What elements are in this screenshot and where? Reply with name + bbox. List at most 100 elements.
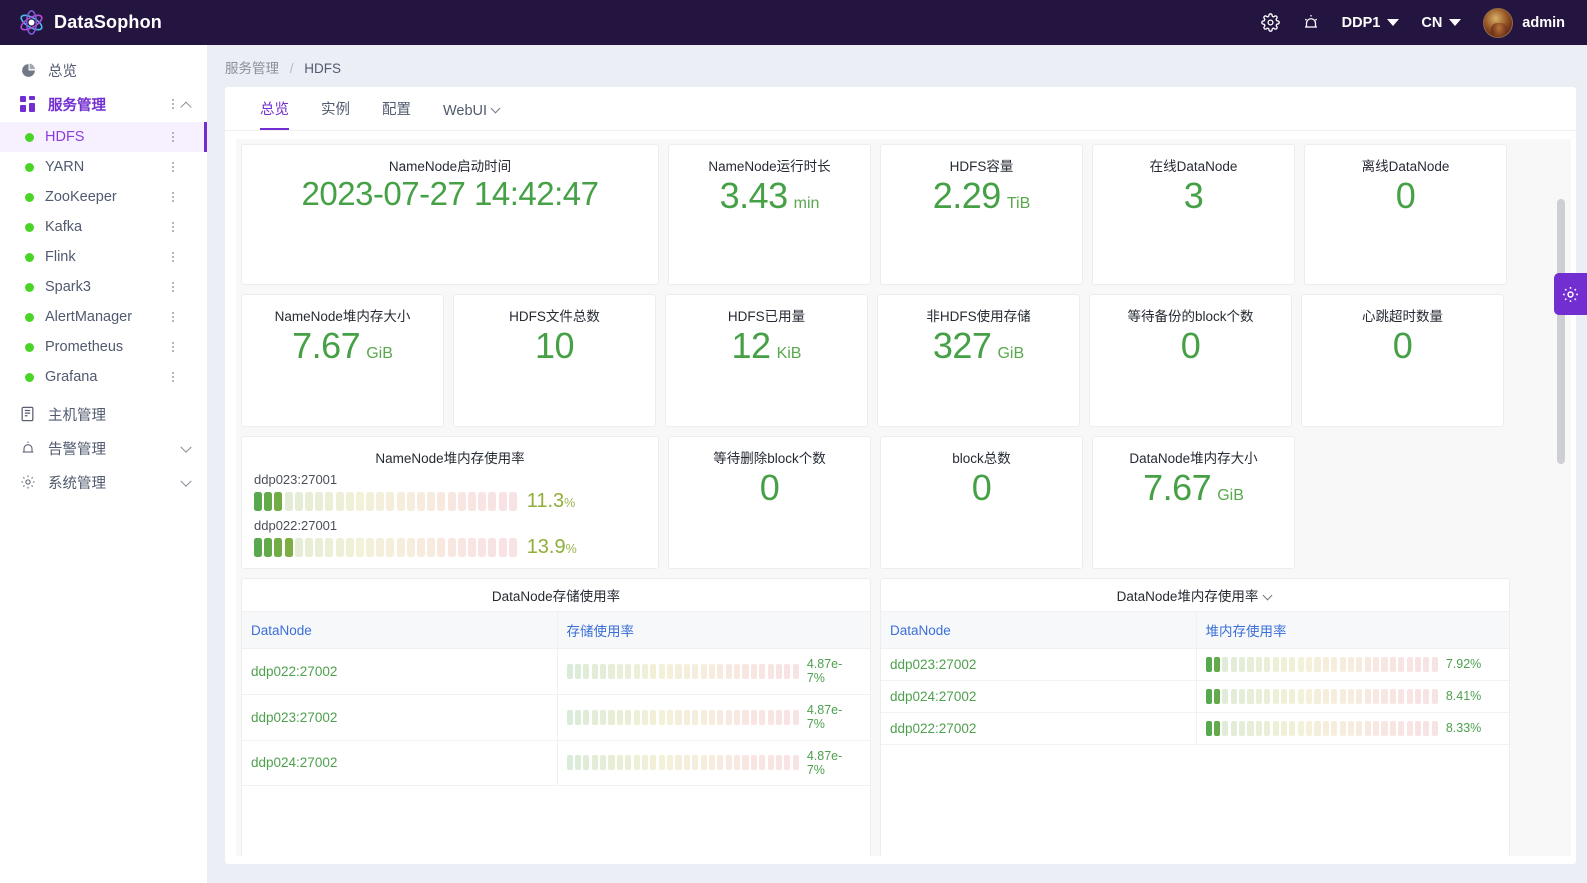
chevron-up-icon[interactable] [182,104,191,113]
more-options-icon[interactable] [172,252,174,262]
column-header-datanode[interactable]: DataNode [242,612,557,649]
alarm-bell-icon [20,440,40,456]
sidebar-item-hdfs[interactable]: HDFS [0,122,207,152]
metric-value: 0 [759,467,780,509]
tab-instances[interactable]: 实例 [305,98,366,130]
tab-config[interactable]: 配置 [366,98,427,130]
breadcrumb-parent[interactable]: 服务管理 [225,61,279,76]
tab-bar: 总览 实例 配置 WebUI [225,87,1576,131]
language-selector[interactable]: CN [1421,14,1462,31]
metric-value: 7.67 [1143,467,1212,509]
more-options-icon[interactable] [172,312,174,322]
table-row[interactable]: ddp024:27002 8.41% [881,680,1509,713]
grid-apps-icon [20,96,40,112]
avatar [1483,7,1514,38]
sidebar-item-prometheus[interactable]: Prometheus [0,332,207,362]
tab-webui[interactable]: WebUI [427,103,516,130]
gauge-list: ddp023:27001 11.3% ddp022:27001 13.9% [242,467,658,559]
metric-unit: GiB [1217,487,1244,505]
metric-card-pending-deletion-blocks: 等待删除block个数 0 [668,436,871,569]
column-header-storage-usage[interactable]: 存储使用率 [556,612,870,649]
gauge-percent: 13.9% [526,536,577,559]
service-label: YARN [45,159,85,175]
usage-gauge [254,492,517,512]
sidebar-item-host-management[interactable]: 主机管理 [0,398,207,430]
cell-heap-usage: 8.33% [1195,712,1509,745]
metric-unit: GiB [366,345,393,363]
metric-value: 0 [1395,175,1416,217]
sidebar-item-yarn[interactable]: YARN [0,152,207,182]
sidebar-item-alertmanager[interactable]: AlertManager [0,302,207,332]
sidebar-item-label: 服务管理 [48,97,106,114]
gauge-label: ddp022:27001 [254,518,338,534]
chevron-down-icon[interactable] [1264,591,1273,600]
sidebar-item-label: 总览 [48,63,77,80]
metric-unit: GiB [997,345,1025,363]
sidebar-item-grafana[interactable]: Grafana [0,362,207,392]
column-header-heap-usage[interactable]: 堆内存使用率 [1195,612,1509,649]
metric-unit: KiB [776,345,802,363]
more-options-icon[interactable] [172,222,174,232]
metric-value: 0 [1180,325,1201,367]
more-options-icon[interactable] [172,192,174,202]
column-header-datanode[interactable]: DataNode [881,612,1196,649]
sidebar-item-kafka[interactable]: Kafka [0,212,207,242]
atom-icon [18,9,45,36]
service-label: Kafka [45,219,83,235]
more-options-icon[interactable] [172,162,174,172]
metric-title: NameNode堆内存使用率 [375,451,525,466]
more-options-icon[interactable] [172,282,174,292]
sidebar-item-flink[interactable]: Flink [0,242,207,272]
usage-value: 4.87e-7% [806,702,843,732]
floating-settings-button[interactable] [1554,273,1587,315]
sidebar-item-service-management[interactable]: 服务管理 [0,88,207,120]
metric-value-wrap: 7.67 GiB [292,325,393,426]
sidebar-item-spark3[interactable]: Spark3 [0,272,207,302]
user-menu[interactable]: admin [1483,7,1565,38]
chevron-down-icon[interactable] [182,448,191,457]
table-row[interactable]: ddp022:27002 4.87e-7% [242,648,870,695]
more-options-icon[interactable] [172,132,174,142]
table-title[interactable]: DataNode堆内存使用率 [881,579,1509,612]
metric-card-namenode-heap-usage: NameNode堆内存使用率 ddp023:27001 11.3% ddp022… [241,436,659,569]
table-row[interactable]: ddp023:27002 4.87e-7% [242,694,870,741]
sidebar-item-system-management[interactable]: 系统管理 [0,466,207,498]
more-options-icon[interactable] [172,99,174,109]
cell-storage-usage: 4.87e-7% [556,694,870,741]
usage-gauge [566,709,799,725]
chevron-down-icon [492,105,500,113]
sidebar-item-label: 系统管理 [48,475,106,492]
cluster-selector[interactable]: DDP1 [1342,15,1400,31]
metric-value-wrap: 3.43 min [720,175,820,284]
brand-name: DataSophon [54,12,162,32]
language-label: CN [1421,14,1443,31]
alarm-bell-icon[interactable] [1302,13,1320,32]
table-title-text: DataNode堆内存使用率 [1116,589,1259,604]
metric-value-wrap: 3 [1184,175,1204,284]
dashboard-icon [20,62,40,79]
table-row[interactable]: ddp022:27002 8.33% [881,712,1509,745]
more-options-icon[interactable] [172,342,174,352]
status-dot-icon [25,282,34,292]
table-row[interactable]: ddp024:27002 4.87e-7% [242,740,870,787]
service-list: HDFS YARN ZooKeeper Kafka Flink Spark3 A… [0,122,207,392]
tab-overview[interactable]: 总览 [244,98,305,130]
cell-datanode: ddp022:27002 [881,712,1196,745]
service-label: Spark3 [45,279,91,295]
metric-title: 离线DataNode [1361,159,1450,174]
more-options-icon[interactable] [172,372,174,382]
sidebar-item-alert-management[interactable]: 告警管理 [0,432,207,464]
storage-table-body: ddp022:27002 4.87e-7% ddp023:27002 4.87e… [242,648,870,787]
status-dot-icon [25,252,34,262]
vertical-scrollbar[interactable] [1557,199,1565,464]
brand[interactable]: DataSophon [0,9,208,36]
chevron-down-icon[interactable] [182,482,191,491]
chevron-down-icon [1387,19,1400,26]
breadcrumb: 服务管理 / HDFS [208,45,1587,87]
sidebar-item-overview[interactable]: 总览 [0,54,207,86]
sidebar-item-zookeeper[interactable]: ZooKeeper [0,182,207,212]
top-bar-actions: DDP1 CN admin [1260,7,1587,38]
table-row[interactable]: ddp023:27002 7.92% [881,648,1509,681]
gear-icon[interactable] [1260,13,1280,32]
cell-datanode: ddp023:27002 [242,694,557,741]
